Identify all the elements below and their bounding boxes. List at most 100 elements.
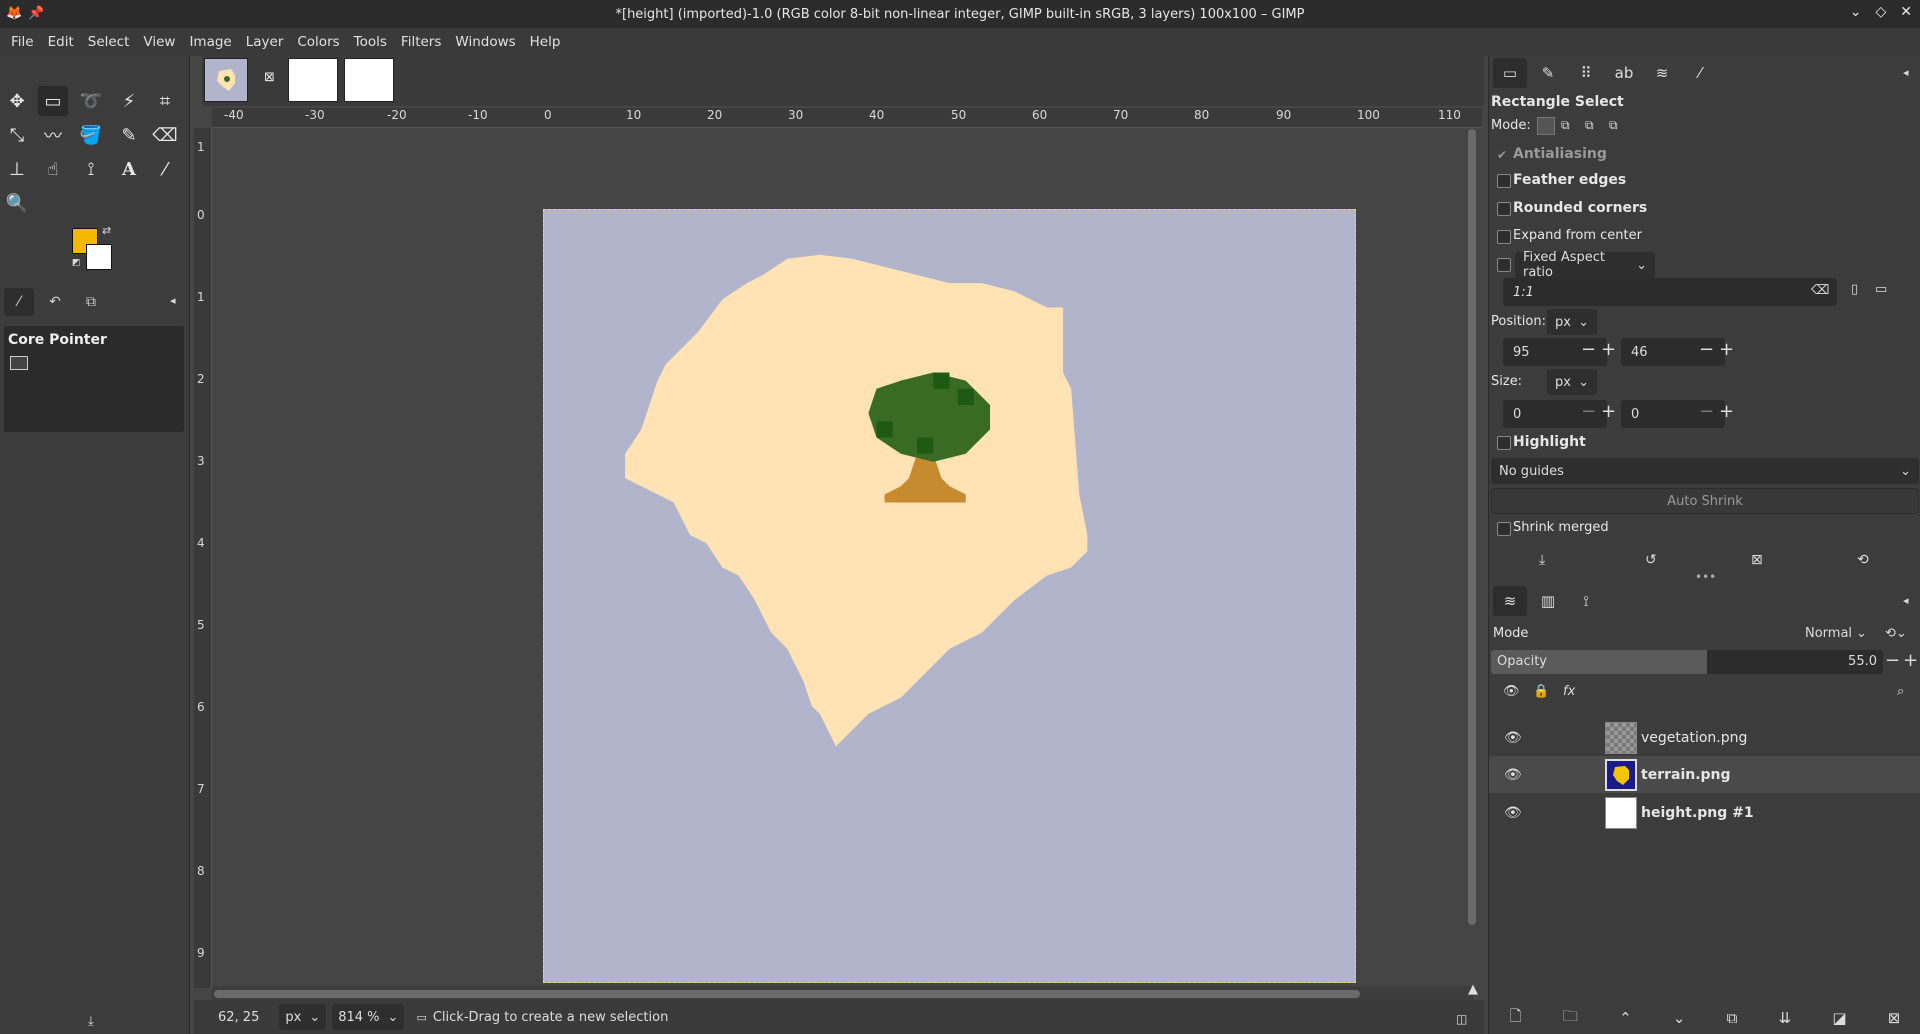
- layer-mask-icon[interactable]: ◪: [1832, 1009, 1846, 1027]
- increment-icon[interactable]: +: [1601, 401, 1616, 422]
- layer-mode-dropdown[interactable]: Normal ⌄: [1805, 626, 1867, 641]
- paint-dynamics-icon[interactable]: ⁄: [1683, 58, 1717, 88]
- highlight-checkbox[interactable]: [1497, 436, 1511, 450]
- merge-layer-icon[interactable]: ⇊: [1779, 1009, 1792, 1027]
- image-tab-3[interactable]: [344, 58, 394, 102]
- image-tab-height[interactable]: [204, 58, 248, 102]
- new-layer-group-icon[interactable]: 🗀: [1563, 1006, 1578, 1031]
- paths-tool-icon[interactable]: ⟟: [76, 154, 106, 184]
- opacity-slider[interactable]: Opacity 55.0: [1491, 650, 1883, 674]
- decrement-icon[interactable]: −: [1699, 339, 1714, 360]
- decrement-icon[interactable]: −: [1699, 401, 1714, 422]
- pin-icon[interactable]: 📌: [28, 6, 44, 21]
- landscape-icon[interactable]: ▭: [1875, 282, 1887, 297]
- feather-edges-checkbox[interactable]: [1497, 174, 1511, 188]
- dock-separator-handle[interactable]: •••: [1695, 570, 1716, 584]
- vertical-scroll-thumb[interactable]: [1468, 129, 1476, 925]
- size-unit-dropdown[interactable]: px ⌄: [1547, 369, 1597, 395]
- save-options-icon[interactable]: ⤓: [1539, 552, 1545, 568]
- increment-icon[interactable]: +: [1719, 401, 1734, 422]
- mode-replace-icon[interactable]: [1537, 117, 1555, 135]
- menu-view[interactable]: View: [136, 34, 182, 50]
- clone-tool-icon[interactable]: ⊥: [2, 154, 32, 184]
- images-tab-icon[interactable]: ⧉: [76, 288, 106, 316]
- move-tool-icon[interactable]: ✥: [2, 86, 32, 116]
- horizontal-scroll-thumb[interactable]: [214, 990, 1360, 998]
- vertical-scrollbar[interactable]: [1466, 128, 1478, 928]
- reset-options-icon[interactable]: ⟲: [1857, 552, 1869, 568]
- menu-edit[interactable]: Edit: [41, 34, 81, 50]
- close-icon[interactable]: ✕: [1900, 4, 1912, 20]
- increment-icon[interactable]: +: [1903, 650, 1918, 671]
- paths-tab-icon[interactable]: ⟟: [1569, 586, 1603, 616]
- text-tool-icon[interactable]: A: [114, 154, 144, 184]
- portrait-icon[interactable]: ▯: [1851, 282, 1858, 297]
- menu-image[interactable]: Image: [182, 34, 238, 50]
- crop-tool-icon[interactable]: ⌗: [150, 86, 180, 116]
- warp-tool-icon[interactable]: 〰: [38, 120, 68, 150]
- quick-mask-icon[interactable]: ◫: [1456, 1012, 1467, 1026]
- menu-file[interactable]: File: [4, 34, 41, 50]
- delete-layer-icon[interactable]: ⊠: [1888, 1009, 1901, 1027]
- restore-icon[interactable]: ◇: [1875, 4, 1886, 20]
- rounded-corners-checkbox[interactable]: [1497, 202, 1511, 216]
- position-unit-dropdown[interactable]: px ⌄: [1547, 309, 1597, 335]
- brushes-icon[interactable]: ✎: [1531, 58, 1565, 88]
- paintbrush-tool-icon[interactable]: ✎: [114, 120, 144, 150]
- layer-row[interactable]: 👁 height.png #1: [1489, 794, 1920, 831]
- unified-transform-tool-icon[interactable]: ⤡: [2, 120, 32, 150]
- guides-dropdown[interactable]: No guides ⌄: [1491, 458, 1919, 484]
- restore-options-icon[interactable]: ↺: [1645, 552, 1657, 568]
- search-icon[interactable]: ⌕: [1897, 684, 1904, 699]
- smudge-tool-icon[interactable]: ☝: [38, 154, 68, 184]
- patterns-icon[interactable]: ⠿: [1569, 58, 1603, 88]
- effects-header-icon[interactable]: fx: [1563, 684, 1575, 699]
- shrink-merged-checkbox[interactable]: [1497, 522, 1511, 536]
- menu-select[interactable]: Select: [81, 34, 137, 50]
- delete-options-icon[interactable]: ⊠: [1751, 552, 1763, 568]
- mode-add-icon[interactable]: ⧉: [1561, 118, 1570, 133]
- tool-options-tab-icon[interactable]: ⁄: [4, 288, 34, 316]
- fuzzy-select-tool-icon[interactable]: ⚡: [114, 86, 144, 116]
- horizontal-scrollbar[interactable]: [212, 986, 1474, 1000]
- dock-menu-icon[interactable]: ◂: [170, 294, 176, 307]
- aspect-ratio-field[interactable]: 1:1: [1503, 278, 1837, 306]
- dock-menu-icon[interactable]: ◂: [1903, 594, 1909, 607]
- layers-stack-icon[interactable]: ≋: [1645, 58, 1679, 88]
- rect-select-tool-icon[interactable]: ▭: [38, 86, 68, 116]
- minimize-icon[interactable]: ⌄: [1850, 4, 1862, 20]
- auto-shrink-button[interactable]: Auto Shrink: [1491, 488, 1919, 514]
- unit-selector[interactable]: px ⌄: [279, 1004, 327, 1030]
- increment-icon[interactable]: +: [1601, 339, 1616, 360]
- eye-icon[interactable]: 👁: [1504, 805, 1522, 821]
- background-color-swatch[interactable]: [86, 244, 112, 270]
- new-layer-icon[interactable]: 🗋: [1510, 1006, 1522, 1031]
- image-tab-2[interactable]: [288, 58, 338, 102]
- dock-menu-icon[interactable]: ◂: [1903, 66, 1909, 79]
- duplicate-layer-icon[interactable]: ⧉: [1727, 1009, 1738, 1027]
- decrement-icon[interactable]: −: [1581, 401, 1596, 422]
- fixed-mode-dropdown[interactable]: Fixed Aspect ratio ⌄: [1515, 250, 1655, 280]
- menu-help[interactable]: Help: [523, 34, 568, 50]
- menu-layer[interactable]: Layer: [239, 34, 291, 50]
- fixed-checkbox[interactable]: [1497, 258, 1511, 272]
- layer-row[interactable]: 👁 terrain.png: [1489, 756, 1920, 793]
- layer-row[interactable]: 👁 vegetation.png: [1489, 719, 1920, 756]
- layers-tab-icon[interactable]: ≋: [1493, 586, 1527, 616]
- eye-icon[interactable]: 👁: [1504, 730, 1522, 746]
- mode-subtract-icon[interactable]: ⧉: [1585, 118, 1594, 133]
- antialiasing-checkbox[interactable]: ✔: [1497, 148, 1507, 162]
- undo-history-tab-icon[interactable]: ↶: [40, 288, 70, 316]
- bucket-fill-tool-icon[interactable]: 🪣: [76, 120, 106, 150]
- menu-colors[interactable]: Colors: [290, 34, 346, 50]
- navigate-icon[interactable]: ▲: [1468, 982, 1478, 997]
- expand-from-center-checkbox[interactable]: [1497, 230, 1511, 244]
- lock-header-icon[interactable]: 🔒: [1533, 684, 1549, 699]
- mode-intersect-icon[interactable]: ⧉: [1609, 118, 1618, 133]
- eraser-tool-icon[interactable]: ⌫: [150, 120, 180, 150]
- decrement-icon[interactable]: −: [1581, 339, 1596, 360]
- lower-layer-icon[interactable]: ⌄: [1673, 1009, 1686, 1027]
- menu-filters[interactable]: Filters: [394, 34, 448, 50]
- close-tab-icon[interactable]: ⊠: [264, 70, 275, 85]
- channels-tab-icon[interactable]: ▥: [1531, 586, 1565, 616]
